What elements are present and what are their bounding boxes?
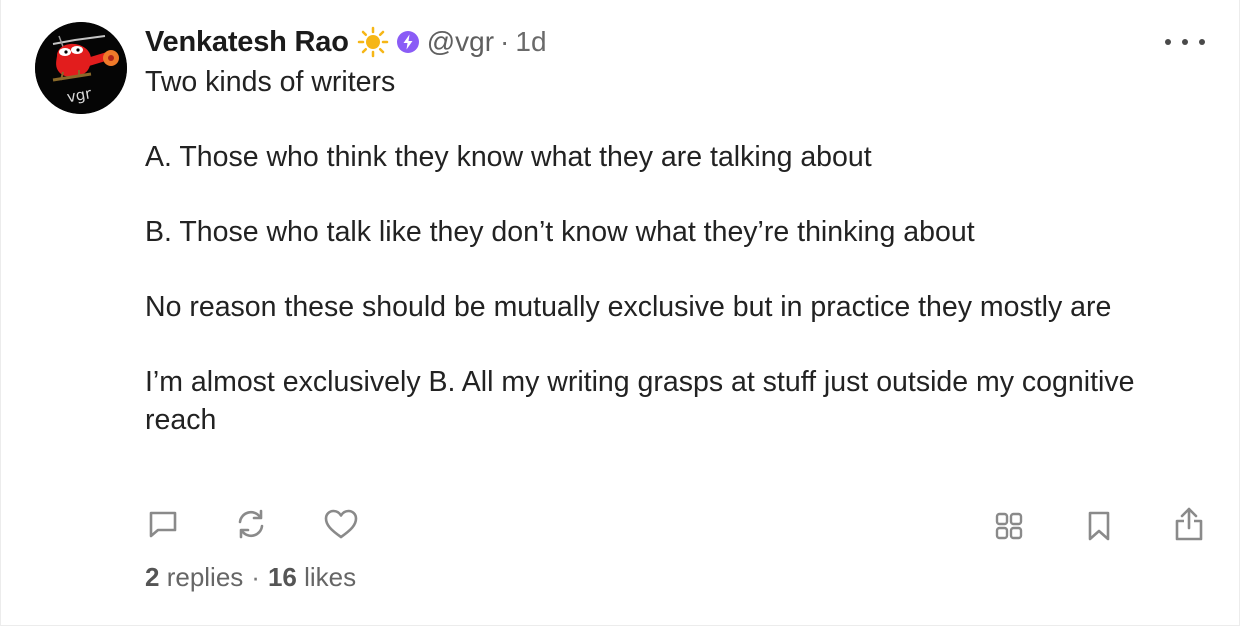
cast-paragraph: A. Those who think they know what they a… xyxy=(145,141,872,173)
cast-card[interactable]: vgr Venkatesh Rao @vgr · 1d Two kinds of… xyxy=(0,0,1240,626)
reply-button[interactable] xyxy=(143,504,183,544)
reply-icon xyxy=(149,511,177,538)
replies-count: 2 xyxy=(145,562,160,592)
like-button[interactable] xyxy=(321,504,361,544)
cast-header: Venkatesh Rao @vgr · 1d xyxy=(145,22,547,62)
bookmark-icon xyxy=(1088,511,1110,541)
share-icon xyxy=(1175,507,1203,541)
more-options-button[interactable] xyxy=(1165,32,1205,52)
more-dot-icon xyxy=(1199,39,1205,45)
cast-paragraph: No reason these should be mutually exclu… xyxy=(145,291,1112,323)
cast-stats: 2 replies · 16 likes xyxy=(145,562,356,593)
verified-icon xyxy=(396,31,419,53)
author-handle[interactable]: @vgr xyxy=(427,26,494,58)
replies-link[interactable]: 2 replies xyxy=(145,562,243,592)
replies-label: replies xyxy=(166,562,244,592)
avatar-illustration: vgr xyxy=(35,22,127,114)
recast-icon xyxy=(238,509,264,539)
post-age[interactable]: 1d xyxy=(515,26,546,58)
recast-button[interactable] xyxy=(231,504,271,544)
stats-separator: · xyxy=(251,562,260,592)
likes-label: likes xyxy=(304,562,357,592)
share-button[interactable] xyxy=(1169,504,1209,544)
avatar[interactable]: vgr xyxy=(35,22,127,114)
sun-icon xyxy=(357,26,389,58)
cast-paragraph: Two kinds of writers xyxy=(145,66,396,98)
author-name[interactable]: Venkatesh Rao xyxy=(145,26,349,59)
cast-paragraph: B. Those who talk like they don’t know w… xyxy=(145,216,975,248)
cast-body: Two kinds of writers A. Those who think … xyxy=(145,64,1185,439)
like-icon xyxy=(324,509,358,539)
more-dot-icon xyxy=(1165,39,1171,45)
bookmark-button[interactable] xyxy=(1079,506,1119,546)
apps-icon xyxy=(995,512,1023,540)
likes-link[interactable]: 16 likes xyxy=(268,562,356,592)
cast-paragraph: I’m almost exclusively B. All my writing… xyxy=(145,366,1135,436)
more-dot-icon xyxy=(1182,39,1188,45)
header-separator: · xyxy=(500,26,510,57)
likes-count: 16 xyxy=(267,562,297,592)
apps-button[interactable] xyxy=(989,506,1029,546)
